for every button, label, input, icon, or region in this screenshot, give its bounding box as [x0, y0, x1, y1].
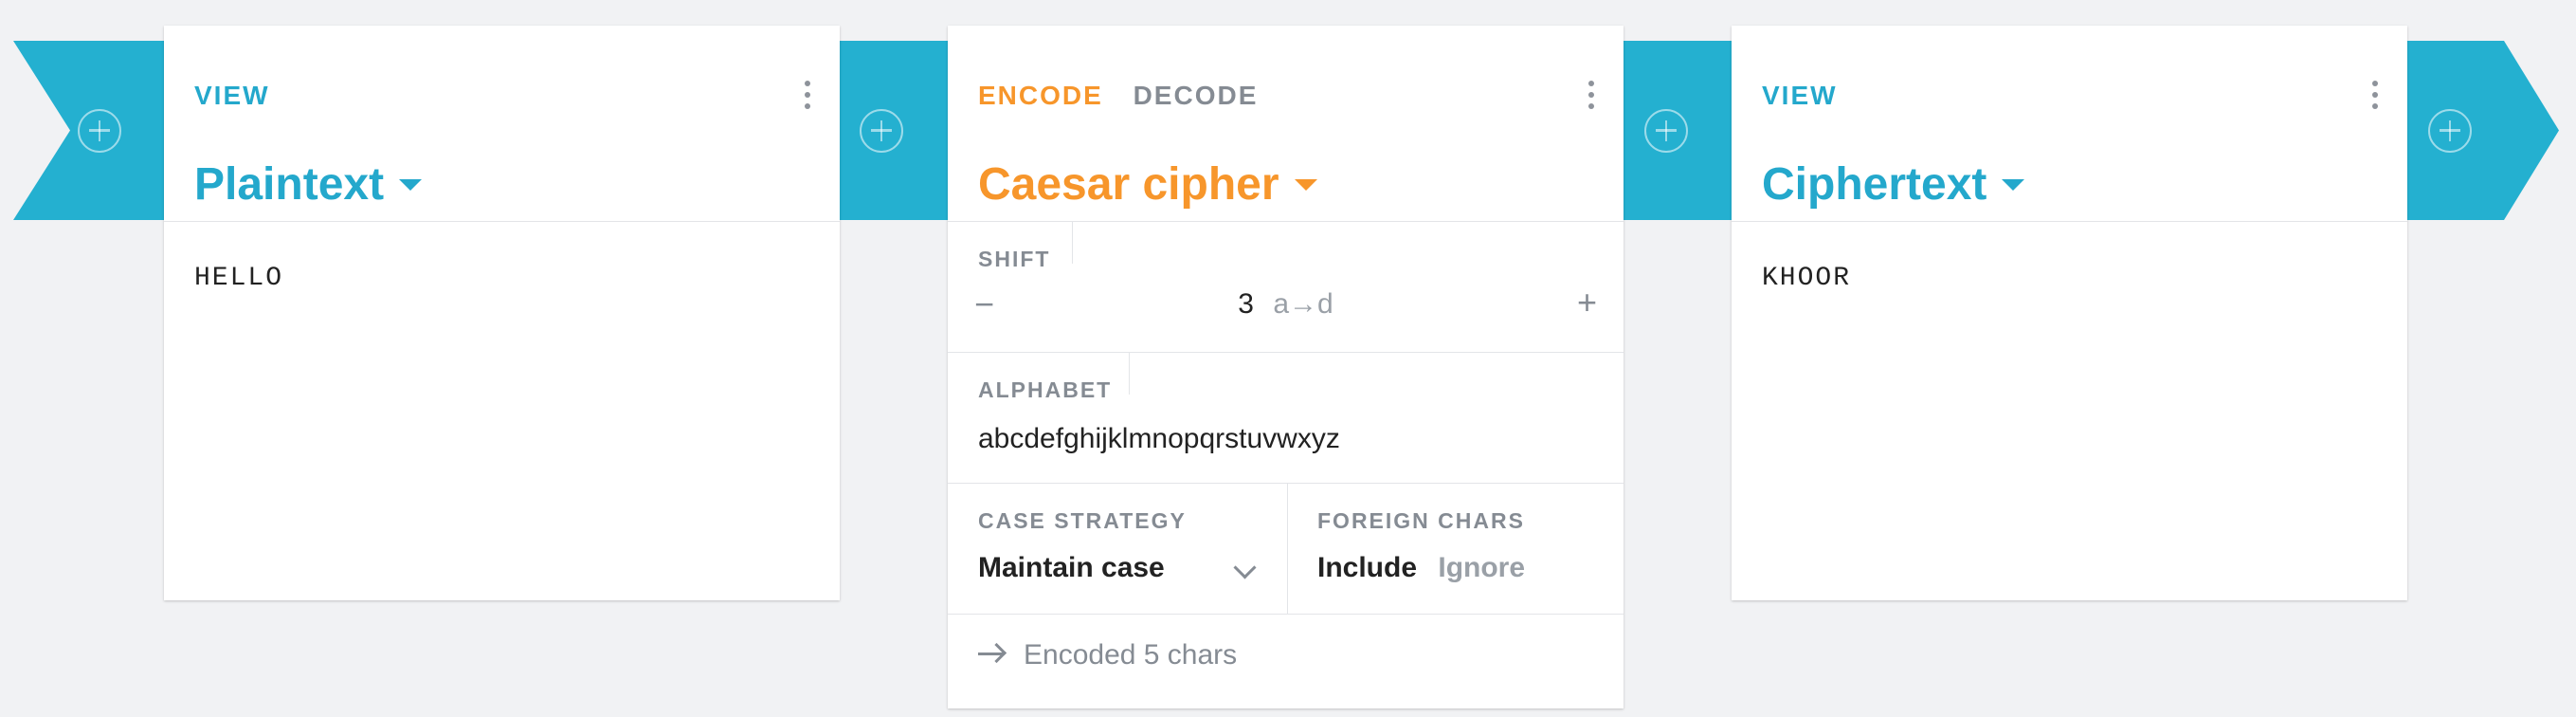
shift-value[interactable]: 3 — [1238, 288, 1254, 320]
shift-value-group: 3 a→d — [948, 288, 1624, 321]
caret-down-icon — [2002, 178, 2025, 191]
ciphertext-view-card: VIEW Ciphertext KHOOR — [1732, 26, 2407, 600]
vertical-dots-icon[interactable] — [1582, 81, 1601, 113]
pipe-segment-1 — [834, 41, 948, 220]
add-brick-icon[interactable] — [78, 108, 121, 153]
caret-down-icon — [399, 178, 423, 191]
alphabet-input[interactable]: abcdefghijklmnopqrstuvwxyz — [978, 423, 1340, 455]
card-title: Plaintext — [194, 159, 385, 210]
brick-selector[interactable]: Caesar cipher — [978, 158, 1317, 211]
card-header: VIEW Plaintext — [164, 26, 840, 222]
options-row: CASE STRATEGY Maintain case FOREIGN CHAR… — [948, 484, 1624, 615]
card-tabs: ENCODE DECODE — [978, 81, 1279, 111]
tab-view[interactable]: VIEW — [1762, 81, 1838, 110]
tab-encode[interactable]: ENCODE — [978, 81, 1103, 110]
chevron-down-icon — [1233, 556, 1257, 579]
caret-down-icon — [1294, 178, 1317, 191]
brick-selector[interactable]: Ciphertext — [1762, 158, 2025, 211]
plaintext-view-card: VIEW Plaintext HELLO — [164, 26, 840, 600]
card-header: ENCODE DECODE Caesar cipher — [948, 26, 1624, 222]
pipe-segment-2 — [1619, 41, 1732, 220]
case-strategy-label: CASE STRATEGY — [978, 508, 1187, 533]
shift-increment-button[interactable]: + — [1577, 283, 1597, 322]
card-tabs: VIEW — [194, 81, 291, 111]
alphabet-field: ALPHABET abcdefghijklmnopqrstuvwxyz — [948, 353, 1624, 484]
add-brick-icon[interactable] — [2428, 108, 2472, 153]
tab-decode[interactable]: DECODE — [1134, 81, 1259, 110]
brick-selector[interactable]: Plaintext — [194, 158, 423, 211]
pipe-start — [13, 41, 165, 220]
foreign-chars-toggle: Include Ignore — [1317, 552, 1525, 584]
status-bar: Encoded 5 chars — [948, 615, 1624, 709]
add-brick-icon[interactable] — [1644, 108, 1688, 153]
tab-view[interactable]: VIEW — [194, 81, 270, 110]
shift-mapping: a→d — [1273, 288, 1333, 320]
shift-field: SHIFT − 3 a→d + — [948, 222, 1624, 353]
shift-label: SHIFT — [978, 247, 1051, 271]
vertical-dots-icon[interactable] — [2366, 81, 2385, 113]
foreign-include-option[interactable]: Include — [1317, 552, 1417, 583]
vertical-dots-icon[interactable] — [798, 81, 817, 113]
pipe-end — [2398, 41, 2559, 220]
case-strategy-select[interactable]: Maintain case — [978, 552, 1262, 584]
card-title: Caesar cipher — [978, 159, 1279, 210]
case-strategy-value: Maintain case — [978, 552, 1165, 583]
plaintext-content[interactable]: HELLO — [164, 222, 840, 293]
foreign-chars-label: FOREIGN CHARS — [1317, 508, 1525, 533]
status-text: Encoded 5 chars — [1024, 639, 1238, 671]
alphabet-label: ALPHABET — [978, 377, 1113, 402]
foreign-ignore-option[interactable]: Ignore — [1438, 552, 1525, 583]
ciphertext-content[interactable]: KHOOR — [1732, 222, 2407, 293]
card-header: VIEW Ciphertext — [1732, 26, 2407, 222]
card-tabs: VIEW — [1762, 81, 1859, 111]
add-brick-icon[interactable] — [860, 108, 903, 153]
caesar-cipher-card: ENCODE DECODE Caesar cipher SHIFT − 3 a→… — [948, 26, 1624, 708]
card-title: Ciphertext — [1762, 159, 1987, 210]
arrow-right-icon-head — [986, 642, 1007, 664]
